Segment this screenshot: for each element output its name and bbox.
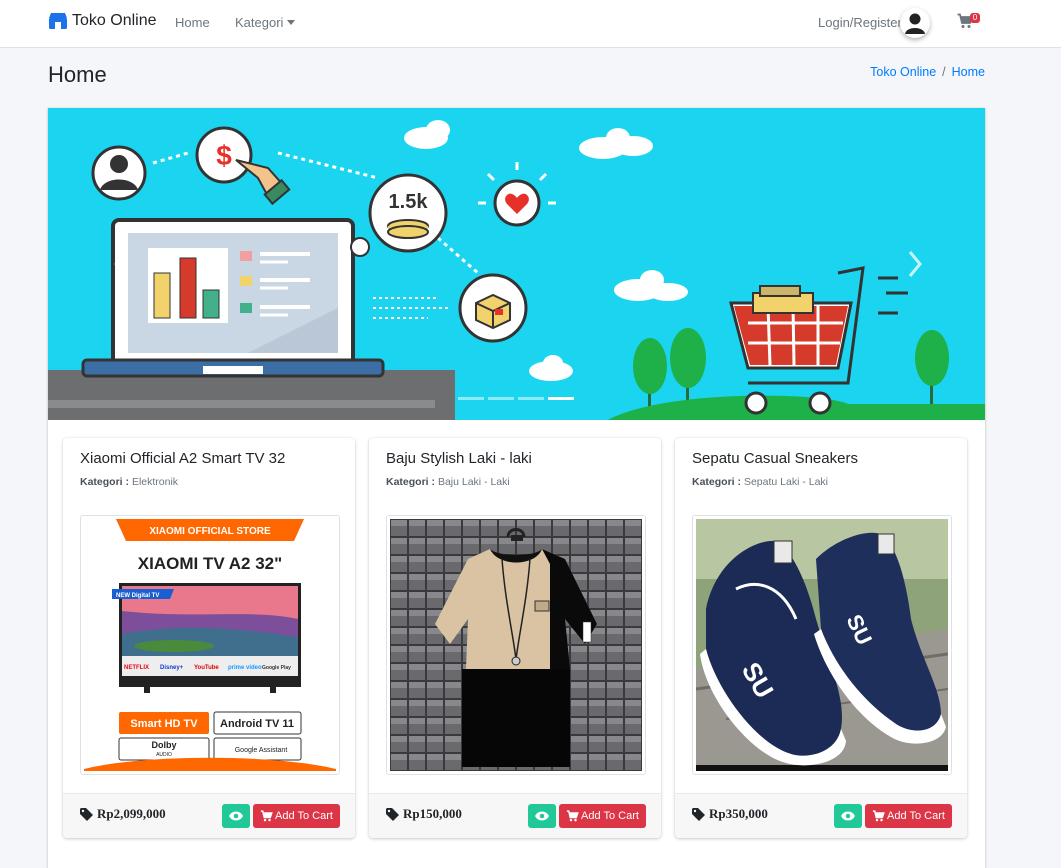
- product-image-shirt: [390, 519, 642, 771]
- caret-down-icon: [287, 20, 296, 25]
- product-name[interactable]: Baju Stylish Laki - laki: [386, 450, 532, 467]
- tag-icon: [386, 807, 399, 821]
- product-card: Xiaomi Official A2 Smart TV 32 Kategori …: [63, 438, 355, 838]
- view-product-button[interactable]: [528, 804, 556, 828]
- chevron-right-icon: [908, 251, 922, 277]
- tv-app-googleplay: Google Play: [262, 665, 291, 671]
- product-footer: Rp150,000 Add To Cart: [369, 793, 661, 838]
- breadcrumb-item-toko-online[interactable]: Toko Online: [870, 65, 936, 79]
- eye-icon: [535, 811, 549, 821]
- breadcrumb-item-home[interactable]: Home: [952, 65, 985, 79]
- product-category-label: Kategori :: [692, 476, 742, 488]
- tag-icon: [80, 807, 93, 821]
- user-icon: [905, 13, 925, 34]
- brand-link[interactable]: Toko Online: [48, 12, 157, 30]
- banner-counter-text: 1.5k: [389, 191, 429, 213]
- login-register-link[interactable]: Login/Register: [818, 15, 902, 30]
- tv-app-prime: prime video: [228, 665, 262, 671]
- add-to-cart-button[interactable]: Add To Cart: [865, 804, 952, 828]
- product-price: Rp150,000: [386, 806, 462, 822]
- carousel-indicators: [458, 397, 574, 400]
- carousel-prev-button[interactable]: [106, 246, 136, 282]
- brand-name: Toko Online: [72, 12, 157, 29]
- banner-illustration: $ 1.5k: [48, 108, 985, 420]
- product-price-value: Rp150,000: [403, 806, 462, 821]
- nav-kategori-dropdown[interactable]: Kategori: [235, 15, 296, 30]
- product-footer: Rp350,000 Add To Cart: [675, 793, 967, 838]
- product-price: Rp2,099,000: [80, 806, 166, 822]
- nav-kategori-label: Kategori: [235, 15, 284, 30]
- add-to-cart-label: Add To Cart: [581, 810, 639, 822]
- add-to-cart-label: Add To Cart: [887, 810, 945, 822]
- add-to-cart-label: Add To Cart: [275, 810, 333, 822]
- tv-store-text: XIAOMI OFFICIAL STORE: [149, 526, 271, 537]
- top-navbar: Toko Online Home Kategori Login/Register…: [0, 0, 1061, 48]
- banner-carousel[interactable]: $ 1.5k: [48, 108, 985, 420]
- shopping-cart-icon: [260, 810, 273, 822]
- tag-icon: [692, 807, 705, 821]
- product-image-frame[interactable]: [386, 515, 646, 775]
- product-price-value: Rp350,000: [709, 806, 768, 821]
- product-card: Sepatu Casual Sneakers Kategori : Sepatu…: [675, 438, 967, 838]
- product-image-frame[interactable]: SU SU: [692, 515, 952, 775]
- nav-home-link[interactable]: Home: [175, 15, 210, 30]
- shopping-cart-icon: [872, 810, 885, 822]
- tv-feature-dolby: Dolby: [151, 740, 176, 750]
- tv-tag-text: NEW Digital TV: [116, 593, 159, 599]
- product-image-tv: XIAOMI OFFICIAL STORE XIAOMI TV A2 32" N…: [84, 519, 336, 771]
- product-category-value: Sepatu Laki - Laki: [743, 476, 828, 488]
- product-category: Kategori : Baju Laki - Laki: [386, 476, 510, 488]
- shopping-cart-icon: [566, 810, 579, 822]
- tv-feature-dolby-sub: AUDIO: [156, 752, 172, 758]
- carousel-next-button[interactable]: [900, 246, 930, 282]
- tv-model-text: XIAOMI TV A2 32": [138, 554, 282, 573]
- product-name[interactable]: Xiaomi Official A2 Smart TV 32: [80, 450, 285, 467]
- eye-icon: [841, 811, 855, 821]
- product-category-value: Baju Laki - Laki: [437, 476, 510, 488]
- add-to-cart-button[interactable]: Add To Cart: [559, 804, 646, 828]
- page-title: Home: [48, 62, 107, 87]
- product-image-frame[interactable]: XIAOMI OFFICIAL STORE XIAOMI TV A2 32" N…: [80, 515, 340, 775]
- breadcrumb-separator: /: [942, 65, 946, 79]
- breadcrumb: Toko Online / Home: [870, 65, 985, 79]
- product-card: Baju Stylish Laki - laki Kategori : Baju…: [369, 438, 661, 838]
- product-category-label: Kategori :: [386, 476, 436, 488]
- carousel-indicator-1[interactable]: [458, 397, 484, 400]
- store-icon: [49, 13, 67, 29]
- user-avatar[interactable]: [900, 8, 930, 38]
- product-image-sneakers: SU SU: [696, 519, 948, 771]
- product-price: Rp350,000: [692, 806, 768, 822]
- product-category: Kategori : Sepatu Laki - Laki: [692, 476, 828, 488]
- tv-app-youtube: YouTube: [194, 665, 219, 671]
- tv-feature-google: Google Assistant: [235, 747, 288, 754]
- view-product-button[interactable]: [222, 804, 250, 828]
- product-category: Kategori : Elektronik: [80, 476, 178, 488]
- tv-feature-smart-hd: Smart HD TV: [130, 718, 198, 730]
- view-product-button[interactable]: [834, 804, 862, 828]
- product-category-label: Kategori :: [80, 476, 130, 488]
- eye-icon: [229, 811, 243, 821]
- carousel-indicator-4[interactable]: [548, 397, 574, 400]
- content-card: $ 1.5k Xiaomi Official A2 Smart TV 32 Ka…: [48, 108, 985, 868]
- carousel-indicator-3[interactable]: [518, 397, 544, 400]
- tv-app-disney: Disney+: [160, 665, 184, 671]
- product-price-value: Rp2,099,000: [97, 806, 166, 821]
- tv-app-netflix: NETFLIX: [124, 665, 149, 671]
- tv-feature-android: Android TV 11: [220, 718, 294, 730]
- cart-count-badge: 0: [970, 13, 980, 23]
- carousel-indicator-2[interactable]: [488, 397, 514, 400]
- chevron-left-icon: [114, 251, 128, 277]
- product-category-value: Elektronik: [131, 476, 179, 488]
- product-name[interactable]: Sepatu Casual Sneakers: [692, 450, 858, 467]
- product-footer: Rp2,099,000 Add To Cart: [63, 793, 355, 838]
- svg-text:$: $: [216, 140, 232, 171]
- add-to-cart-button[interactable]: Add To Cart: [253, 804, 340, 828]
